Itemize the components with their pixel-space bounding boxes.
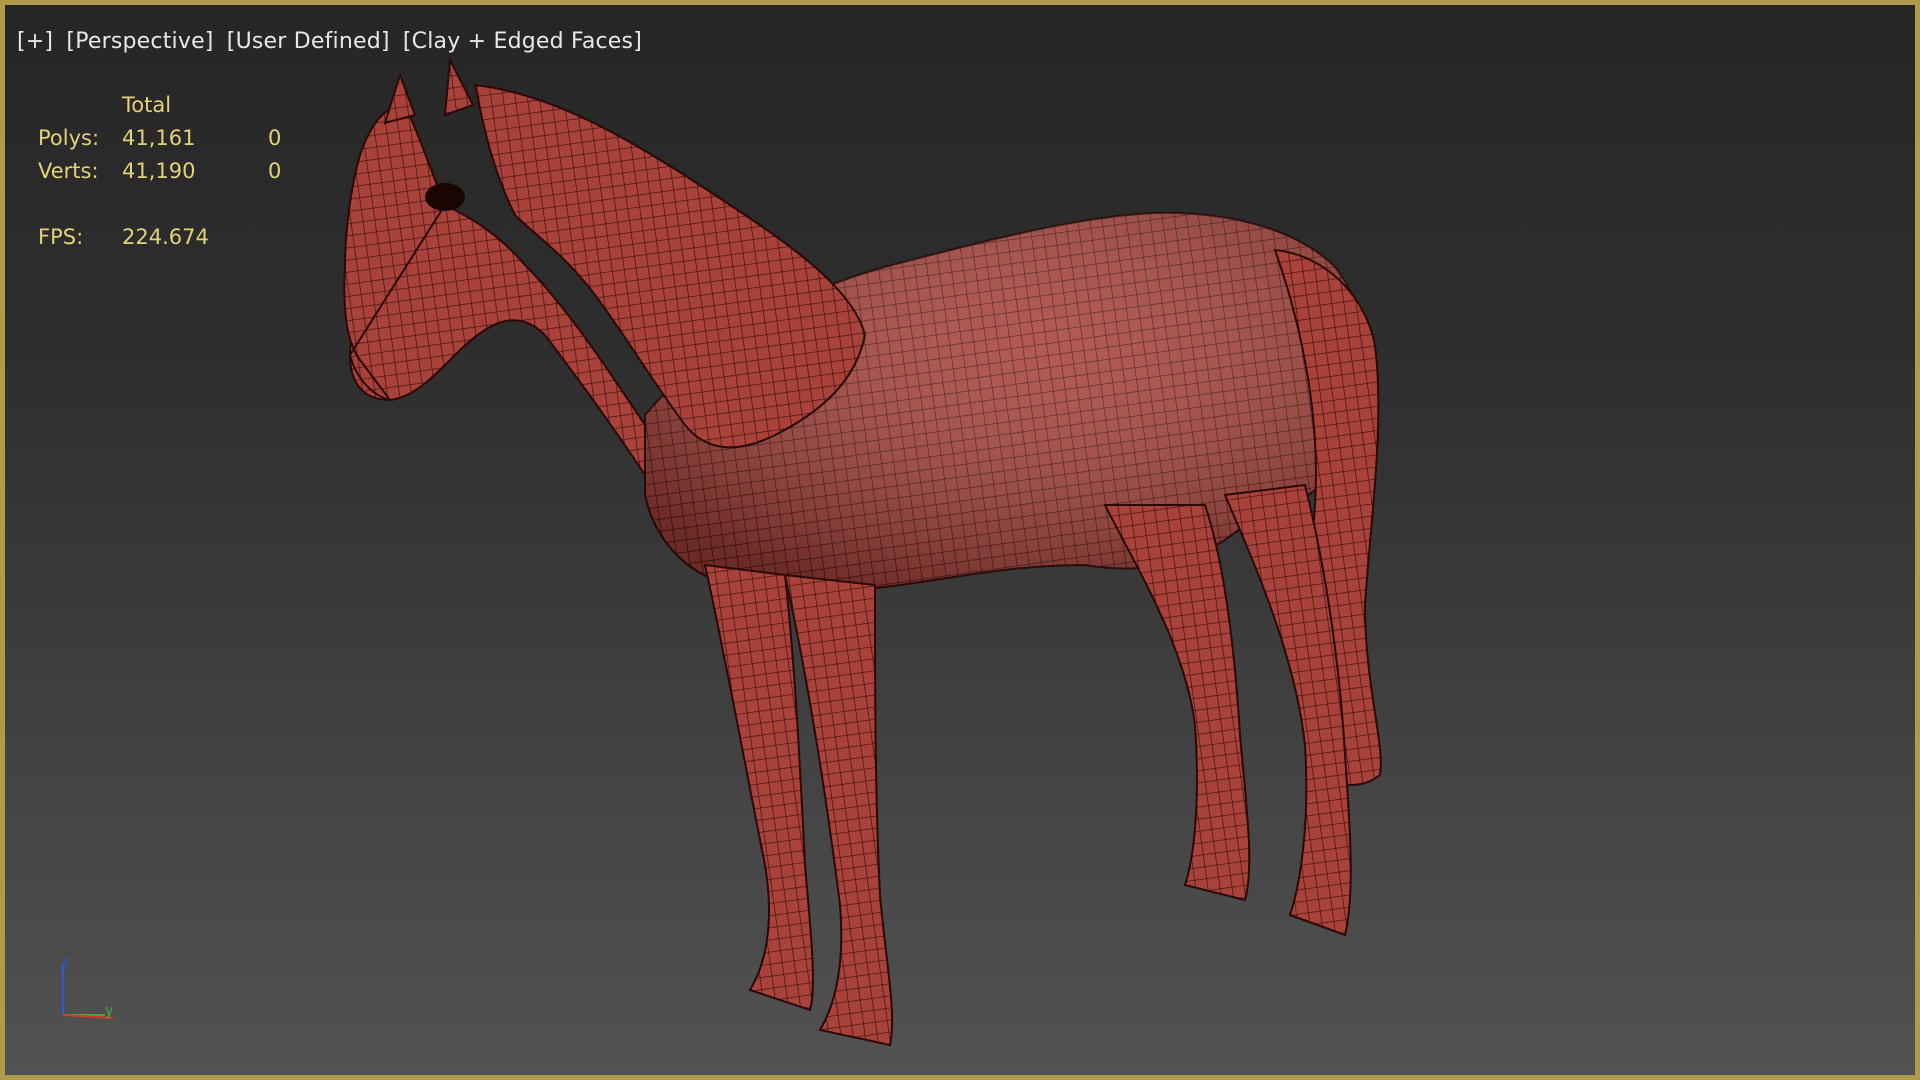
horse-eye: [425, 183, 465, 211]
axis-y-label: y: [105, 1003, 113, 1019]
axis-z-label: z: [61, 955, 68, 971]
horse-mane: [473, 83, 867, 449]
horse-ears: [383, 56, 475, 125]
horse-mesh-model[interactable]: [5, 5, 1915, 1075]
axis-tripod: z y: [61, 955, 113, 1019]
perspective-viewport[interactable]: [+] [Perspective] [User Defined] [Clay +…: [0, 0, 1920, 1080]
